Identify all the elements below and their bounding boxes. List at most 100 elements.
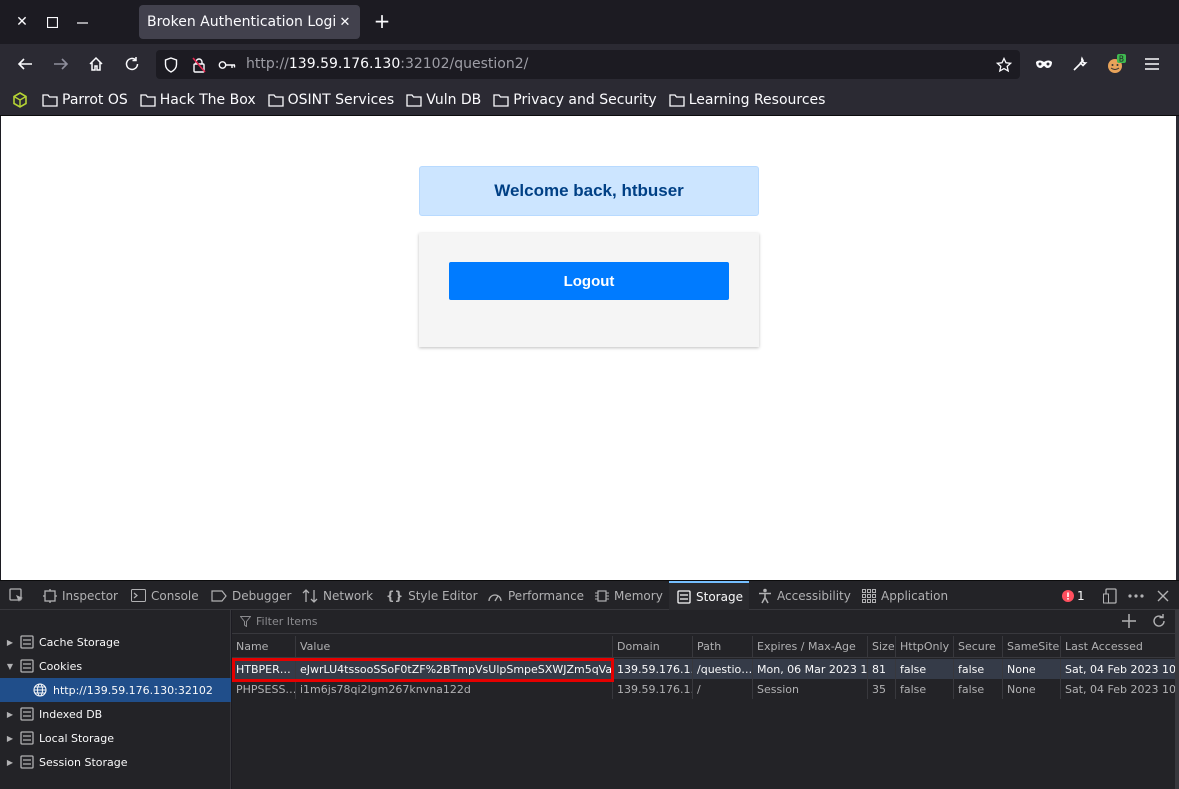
- url-bar[interactable]: http://139.59.176.130:32102/question2/: [156, 50, 1020, 79]
- column-header-name[interactable]: Name: [232, 636, 296, 657]
- logout-button[interactable]: Logout: [449, 262, 729, 300]
- bookmark-folder-vuln-db[interactable]: Vuln DB: [406, 92, 481, 108]
- bookmark-folder-hack-the-box[interactable]: Hack The Box: [140, 92, 256, 108]
- tab-inspector[interactable]: Inspector: [43, 581, 118, 610]
- tab-label: Style Editor: [408, 588, 478, 603]
- tab-label: Application: [881, 588, 949, 603]
- tab-performance[interactable]: Performance: [487, 581, 584, 610]
- tree-label: Local Storage: [39, 731, 115, 745]
- filter-icon: [240, 616, 251, 627]
- add-item-icon[interactable]: [1122, 614, 1136, 628]
- forward-icon[interactable]: [51, 54, 71, 74]
- extension-badge: B: [1119, 55, 1124, 64]
- column-header-value[interactable]: Value: [296, 636, 613, 657]
- hamburger-menu-icon[interactable]: [1142, 54, 1162, 74]
- back-icon[interactable]: [15, 54, 35, 74]
- home-icon[interactable]: [86, 54, 106, 74]
- cell-httponly: false: [896, 679, 954, 699]
- table-row[interactable]: PHPSESS… i1m6js78qi2lgm267knvna122d 139.…: [232, 679, 1176, 699]
- refresh-icon[interactable]: [1152, 614, 1166, 628]
- column-header-samesite[interactable]: SameSite: [1003, 636, 1061, 657]
- reload-icon[interactable]: [122, 54, 142, 74]
- devtools-scrollbar[interactable]: [1175, 610, 1179, 789]
- devtools-toolbar: Inspector Console Debugger Network {} Sty…: [0, 580, 1179, 610]
- minimize-window-icon[interactable]: [72, 12, 92, 32]
- browser-tab[interactable]: Broken Authentication Login ✕: [139, 5, 360, 39]
- tab-application[interactable]: Application: [862, 581, 948, 610]
- tab-network[interactable]: Network: [302, 581, 373, 610]
- error-icon: [1062, 589, 1074, 602]
- tab-label: Console: [151, 588, 199, 603]
- element-picker-icon[interactable]: [8, 587, 26, 605]
- storage-icon: [677, 589, 691, 604]
- bookmark-folder-privacy-and-security[interactable]: Privacy and Security: [493, 92, 657, 108]
- bookmark-label: Learning Resources: [688, 91, 826, 108]
- tab-accessibility[interactable]: Accessibility: [758, 581, 851, 610]
- close-window-icon[interactable]: ✕: [12, 12, 32, 32]
- tab-memory[interactable]: Memory: [595, 581, 663, 610]
- tree-label: Cookies: [39, 659, 83, 673]
- maximize-window-icon[interactable]: [42, 12, 62, 32]
- cell-size: 35: [868, 679, 896, 699]
- tab-console[interactable]: Console: [131, 581, 199, 610]
- tree-label: http://139.59.176.130:32102: [53, 683, 213, 697]
- tab-storage[interactable]: Storage: [669, 581, 749, 610]
- column-header-httponly[interactable]: HttpOnly: [896, 636, 954, 657]
- column-header-size[interactable]: Size: [868, 636, 896, 657]
- expand-arrow-icon[interactable]: ▶: [0, 734, 20, 743]
- cell-httponly: false: [896, 659, 954, 679]
- tree-local-storage[interactable]: ▶ Local Storage: [0, 726, 231, 750]
- shield-icon[interactable]: [162, 56, 180, 74]
- column-header-secure[interactable]: Secure: [954, 636, 1003, 657]
- more-options-icon[interactable]: [1127, 587, 1145, 605]
- column-header-path[interactable]: Path: [693, 636, 753, 657]
- highlight-box: [232, 658, 614, 682]
- collapse-arrow-icon[interactable]: ▼: [0, 662, 20, 671]
- tab-style-editor[interactable]: {} Style Editor: [386, 581, 478, 610]
- bookmark-label: Hack The Box: [159, 91, 256, 108]
- tree-cookies[interactable]: ▼ Cookies: [0, 654, 231, 678]
- tab-title: Broken Authentication Login: [147, 14, 337, 30]
- inspector-icon: [43, 588, 57, 603]
- navigation-bar: http://139.59.176.130:32102/question2/ B: [0, 44, 1179, 84]
- filter-input[interactable]: Filter Items: [256, 615, 318, 628]
- error-counter[interactable]: 1: [1062, 581, 1085, 610]
- bookmark-folder-learning-resources[interactable]: Learning Resources: [669, 91, 826, 108]
- tree-indexed-db[interactable]: ▶ Indexed DB: [0, 702, 231, 726]
- welcome-alert: Welcome back, htbuser: [419, 166, 759, 216]
- folder-icon: [267, 93, 284, 107]
- bookmark-label: Vuln DB: [426, 91, 482, 108]
- expand-arrow-icon[interactable]: ▶: [0, 758, 20, 767]
- insecure-lock-icon[interactable]: [190, 56, 208, 74]
- key-icon[interactable]: [218, 56, 236, 74]
- expand-arrow-icon[interactable]: ▶: [0, 710, 20, 719]
- braces-icon: {}: [386, 588, 404, 603]
- extension-avatar-icon[interactable]: B: [1106, 54, 1126, 74]
- tree-cache-storage[interactable]: ▶ Cache Storage: [0, 630, 231, 654]
- url-text[interactable]: http://139.59.176.130:32102/question2/: [246, 56, 528, 72]
- private-mask-icon[interactable]: [1034, 54, 1054, 74]
- responsive-design-icon[interactable]: [1101, 587, 1119, 605]
- column-header-last-accessed[interactable]: Last Accessed: [1061, 636, 1176, 657]
- tree-cookie-origin[interactable]: http://139.59.176.130:32102: [0, 678, 231, 702]
- column-header-domain[interactable]: Domain: [613, 636, 693, 657]
- bookmark-folder-osint-services[interactable]: OSINT Services: [267, 92, 394, 108]
- column-header-expires[interactable]: Expires / Max-Age: [753, 636, 868, 657]
- network-icon: [302, 588, 318, 603]
- new-tab-icon[interactable]: +: [372, 11, 392, 32]
- wrench-icon[interactable]: [1070, 54, 1090, 74]
- close-devtools-icon[interactable]: [1154, 587, 1172, 605]
- expand-arrow-icon[interactable]: ▶: [0, 638, 20, 647]
- storage-icon: [20, 707, 34, 721]
- tab-label: Accessibility: [777, 588, 851, 603]
- tree-session-storage[interactable]: ▶ Session Storage: [0, 750, 231, 774]
- tab-label: Storage: [696, 589, 743, 604]
- bookmark-folder-parrot-os[interactable]: Parrot OS: [42, 92, 128, 108]
- bookmark-star-icon[interactable]: [995, 56, 1013, 74]
- tab-debugger[interactable]: Debugger: [211, 581, 291, 610]
- parrot-logo-icon[interactable]: [12, 91, 32, 108]
- cell-domain: 139.59.176.1…: [613, 659, 693, 679]
- tab-close-icon[interactable]: ✕: [336, 13, 354, 31]
- console-icon: [131, 589, 146, 602]
- cookie-panel: Filter Items Name Value Domain Path Expi…: [232, 610, 1179, 789]
